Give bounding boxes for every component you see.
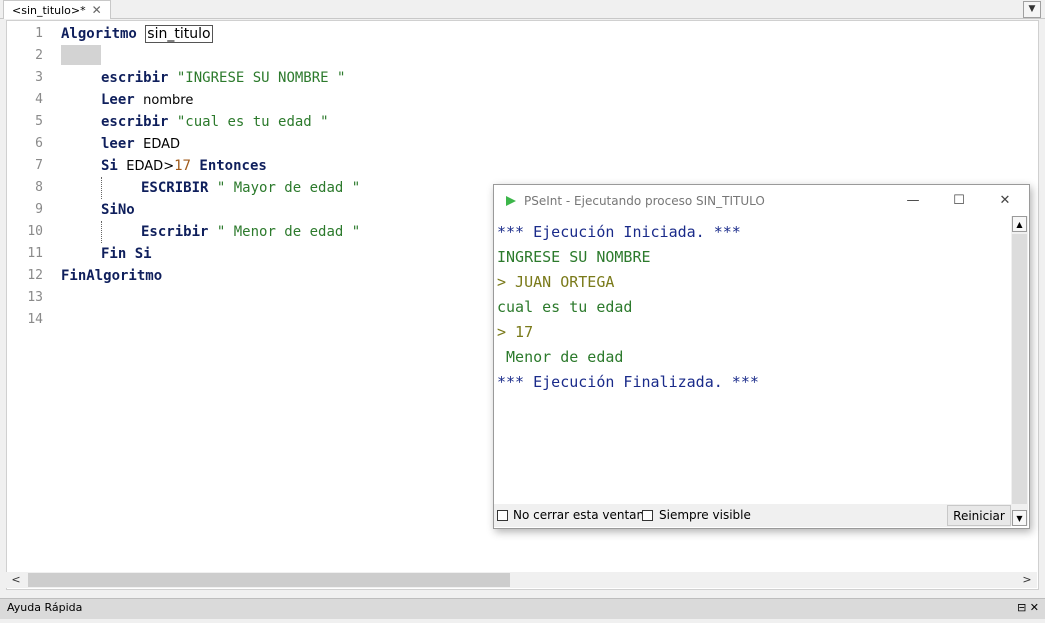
console-vertical-scrollbar[interactable]: ▲ ▼ [1011, 216, 1028, 526]
algorithm-name: sin_titulo [145, 25, 213, 43]
console-line: INGRESE SU NOMBRE [497, 248, 651, 266]
console-output[interactable]: *** Ejecución Iniciada. *** INGRESE SU N… [495, 216, 1010, 503]
keyword: Entonces [199, 158, 267, 174]
line-number: 3 [35, 70, 43, 85]
keyword: escribir [101, 70, 169, 86]
close-icon: ✕ [999, 193, 1011, 208]
keyword: leer [101, 136, 135, 152]
code-line-12: FinAlgoritmo [61, 265, 162, 287]
identifier: EDAD [143, 137, 181, 152]
console-line: *** Ejecución Finalizada. *** [497, 373, 759, 391]
line-number: 9 [35, 202, 43, 217]
number-literal: 17 [174, 158, 191, 174]
code-line-7: Si EDAD>17 Entonces [101, 155, 267, 178]
file-tab[interactable]: <sin_titulo>* ✕ [3, 0, 111, 19]
pseint-logo-icon [506, 196, 516, 206]
no-close-checkbox[interactable] [497, 510, 508, 521]
line-number: 11 [27, 246, 43, 261]
keyword: Fin Si [101, 246, 152, 262]
file-tab-label: <sin_titulo>* [12, 3, 86, 17]
scroll-left-icon[interactable]: < [8, 572, 24, 588]
execution-console-window: PSeInt - Ejecutando proceso SIN_TITULO —… [493, 184, 1030, 529]
tab-list-dropdown-button[interactable]: ▼ [1023, 1, 1041, 18]
code-line-4: Leer nombre [101, 89, 193, 112]
always-visible-label: Siempre visible [659, 508, 751, 522]
panel-controls-icon[interactable]: ⊟ ✕ [1017, 601, 1039, 614]
chevron-down-icon: ▼ [1028, 4, 1036, 14]
code-line-6: leer EDAD [101, 133, 180, 156]
scrollbar-thumb[interactable] [28, 573, 510, 587]
horizontal-scrollbar[interactable]: < > [6, 572, 1037, 588]
maximize-icon: ☐ [953, 193, 965, 208]
string-literal: "cual es tu edad " [176, 114, 329, 130]
always-visible-checkbox[interactable] [642, 510, 653, 521]
string-literal: " Menor de edad " [216, 224, 361, 240]
identifier: nombre [143, 93, 194, 108]
console-line: *** Ejecución Iniciada. *** [497, 223, 741, 241]
console-title: PSeInt - Ejecutando proceso SIN_TITULO [524, 194, 765, 208]
console-line: > 17 [497, 323, 534, 341]
maximize-button[interactable]: ☐ [944, 191, 974, 211]
code-line-3: escribir "INGRESE SU NOMBRE " [101, 67, 345, 89]
keyword: ESCRIBIR [141, 180, 209, 196]
scrollbar-thumb[interactable] [1012, 234, 1027, 504]
line-number: 12 [27, 268, 43, 283]
line-number: 10 [27, 224, 43, 239]
line-number: 2 [35, 48, 43, 63]
line-number: 6 [35, 136, 43, 151]
keyword: Escribir [141, 224, 209, 240]
line-number: 5 [35, 114, 43, 129]
console-line: Menor de edad [497, 348, 624, 366]
current-line-highlight [61, 45, 101, 65]
line-number: 1 [35, 26, 43, 41]
indent-guide [101, 221, 102, 243]
identifier: EDAD> [126, 159, 175, 174]
close-tab-icon[interactable]: ✕ [92, 2, 102, 19]
quick-help-panel: Ayuda Rápida ⊟ ✕ [0, 598, 1045, 619]
console-line: cual es tu edad [497, 298, 633, 316]
code-line-8: ESCRIBIR " Mayor de edad " [141, 177, 360, 199]
minimize-icon: — [906, 193, 920, 208]
console-titlebar[interactable]: PSeInt - Ejecutando proceso SIN_TITULO —… [494, 185, 1029, 216]
tab-bar: <sin_titulo>* ✕ ▼ [0, 0, 1045, 19]
string-literal: "INGRESE SU NOMBRE " [176, 70, 346, 86]
code-line-5: escribir "cual es tu edad " [101, 111, 329, 133]
scroll-up-icon[interactable]: ▲ [1012, 216, 1027, 232]
minimize-button[interactable]: — [898, 191, 928, 211]
line-number: 4 [35, 92, 43, 107]
keyword: Si [101, 158, 118, 174]
line-number: 7 [35, 158, 43, 173]
code-line-11: Fin Si [101, 243, 152, 265]
no-close-label: No cerrar esta ventana [513, 508, 652, 522]
line-number: 13 [27, 290, 43, 305]
keyword: SiNo [101, 202, 135, 218]
console-line: > JUAN ORTEGA [497, 273, 615, 291]
code-line-9: SiNo [101, 199, 135, 221]
code-line-10: Escribir " Menor de edad " [141, 221, 360, 243]
close-window-button[interactable]: ✕ [990, 191, 1020, 211]
scroll-down-icon[interactable]: ▼ [1012, 510, 1027, 526]
code-line-1: Algoritmo sin_titulo [61, 23, 213, 45]
quick-help-title: Ayuda Rápida [7, 601, 83, 614]
scroll-right-icon[interactable]: > [1019, 572, 1035, 588]
console-bottom-bar: No cerrar esta ventana Siempre visible R… [494, 504, 1011, 527]
keyword: FinAlgoritmo [61, 268, 163, 284]
restart-button[interactable]: Reiniciar [947, 505, 1011, 526]
line-number: 8 [35, 180, 43, 195]
keyword: Leer [101, 92, 135, 108]
keyword: Algoritmo [61, 26, 137, 42]
indent-guide [101, 177, 102, 199]
string-literal: " Mayor de edad " [216, 180, 361, 196]
keyword: escribir [101, 114, 169, 130]
line-number: 14 [27, 312, 43, 327]
